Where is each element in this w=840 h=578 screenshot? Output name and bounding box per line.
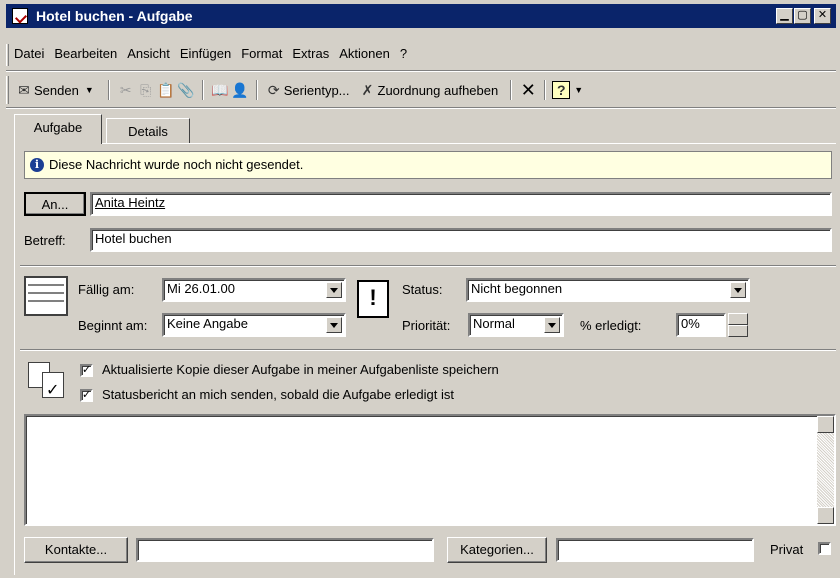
menu-datei[interactable]: Datei	[14, 46, 44, 66]
priority-dropdown-icon[interactable]	[544, 317, 560, 333]
scroll-up-icon[interactable]	[817, 416, 834, 433]
recurrence-icon[interactable]: ⟳	[264, 80, 284, 100]
menu-aktionen[interactable]: Aktionen	[339, 46, 390, 66]
recurrence-button[interactable]: Serientyp...	[284, 83, 350, 98]
status-select[interactable]: Nicht begonnen	[466, 278, 750, 302]
private-checkbox[interactable]	[818, 542, 831, 555]
percent-label: % erledigt:	[580, 318, 642, 333]
copy-icon[interactable]: ⎘	[136, 80, 156, 100]
toolbar-separator	[544, 80, 547, 100]
toolbar: ✉ Senden ▼ ✂ ⎘ 📋 📎 📖 👤 ⟳ Serientyp... ✗ …	[14, 78, 583, 102]
categories-button[interactable]: Kategorien...	[447, 537, 547, 563]
menu-format[interactable]: Format	[241, 46, 282, 66]
private-label: Privat	[770, 542, 804, 557]
menu-ansicht[interactable]: Ansicht	[127, 46, 170, 66]
scroll-down-icon[interactable]	[817, 507, 834, 524]
maximize-button[interactable]: ▢	[794, 8, 811, 24]
menu-bar: Datei Bearbeiten Ansicht Einfügen Format…	[14, 46, 417, 66]
due-label: Fällig am:	[78, 282, 135, 297]
priority-value: Normal	[473, 316, 515, 331]
notes-area[interactable]	[24, 414, 836, 526]
subject-field[interactable]: Hotel buchen	[90, 228, 832, 252]
priority-select[interactable]: Normal	[468, 313, 564, 337]
start-date-value: Keine Angabe	[167, 316, 248, 331]
check-names-icon[interactable]: 👤	[230, 80, 250, 100]
unassign-button[interactable]: Zuordnung aufheben	[378, 83, 499, 98]
status-report-checkbox[interactable]: ✓	[80, 389, 93, 402]
notes-scrollbar[interactable]	[817, 416, 834, 524]
status-label: Status:	[402, 282, 443, 297]
task-list-icon: ✓	[26, 360, 68, 400]
toolbar-separator	[201, 80, 204, 100]
to-button[interactable]: An...	[24, 192, 86, 216]
importance-icon: !	[357, 280, 389, 318]
percent-field[interactable]: 0%	[676, 313, 726, 337]
cut-icon[interactable]: ✂	[116, 80, 136, 100]
start-label: Beginnt am:	[78, 318, 148, 333]
title-bar[interactable]: Hotel buchen - Aufgabe ▁ ▢ ✕	[6, 4, 836, 28]
minimize-button[interactable]: ▁	[776, 8, 793, 24]
section-divider	[20, 265, 836, 267]
address-book-icon[interactable]: 📖	[210, 80, 230, 100]
menu-bearbeiten[interactable]: Bearbeiten	[54, 46, 117, 66]
menubar-grip[interactable]	[6, 44, 9, 66]
toolbar-divider	[6, 107, 836, 109]
contacts-field[interactable]	[136, 538, 434, 562]
status-dropdown-icon[interactable]	[730, 282, 746, 298]
send-icon[interactable]: ✉	[14, 80, 34, 100]
spin-up-icon[interactable]	[728, 313, 748, 325]
status-value: Nicht begonnen	[471, 281, 563, 296]
toolbar-separator	[107, 80, 110, 100]
due-date-dropdown-icon[interactable]	[326, 282, 342, 298]
paste-icon[interactable]: 📋	[156, 80, 176, 100]
unassign-icon[interactable]: ✗	[358, 80, 378, 100]
tab-panel-border	[102, 143, 836, 144]
menu-extras[interactable]: Extras	[292, 46, 329, 66]
tab-details[interactable]: Details	[106, 118, 190, 144]
menu-help[interactable]: ?	[400, 46, 407, 66]
toolbar-more-icon[interactable]: ▼	[574, 85, 583, 95]
start-date-field[interactable]: Keine Angabe	[162, 313, 346, 337]
tab-aufgabe[interactable]: Aufgabe	[14, 114, 102, 144]
start-date-dropdown-icon[interactable]	[326, 317, 342, 333]
due-date-field[interactable]: Mi 26.01.00	[162, 278, 346, 302]
toolbar-separator	[510, 80, 513, 100]
send-button[interactable]: Senden	[34, 83, 79, 98]
due-date-value: Mi 26.01.00	[167, 281, 235, 296]
menu-divider	[6, 70, 836, 72]
section-divider	[20, 349, 836, 351]
categories-field[interactable]	[556, 538, 754, 562]
percent-spinner[interactable]	[728, 313, 748, 337]
priority-label: Priorität:	[402, 318, 451, 333]
close-button[interactable]: ✕	[814, 8, 831, 24]
subject-label: Betreff:	[24, 233, 66, 248]
help-icon[interactable]: ?	[552, 81, 571, 99]
menu-einfuegen[interactable]: Einfügen	[180, 46, 231, 66]
save-copy-checkbox[interactable]: ✓	[80, 364, 93, 377]
panel-left-edge	[14, 143, 15, 575]
task-icon[interactable]	[12, 8, 28, 24]
info-bar: i Diese Nachricht wurde noch nicht gesen…	[24, 151, 832, 179]
attach-icon[interactable]: 📎	[176, 80, 196, 100]
to-field[interactable]: Anita Heintz	[90, 192, 832, 216]
info-icon: i	[30, 158, 44, 172]
toolbar-grip[interactable]	[6, 76, 9, 104]
window-title: Hotel buchen - Aufgabe	[36, 8, 193, 24]
calendar-icon	[24, 276, 68, 316]
save-copy-label: Aktualisierte Kopie dieser Aufgabe in me…	[102, 362, 499, 377]
status-report-label: Statusbericht an mich senden, sobald die…	[102, 387, 454, 402]
send-dropdown-icon[interactable]: ▼	[85, 85, 94, 95]
contacts-button[interactable]: Kontakte...	[24, 537, 128, 563]
toolbar-separator	[255, 80, 258, 100]
delete-icon[interactable]: ✕	[518, 80, 538, 100]
spin-down-icon[interactable]	[728, 325, 748, 337]
info-message: Diese Nachricht wurde noch nicht gesende…	[49, 157, 304, 172]
